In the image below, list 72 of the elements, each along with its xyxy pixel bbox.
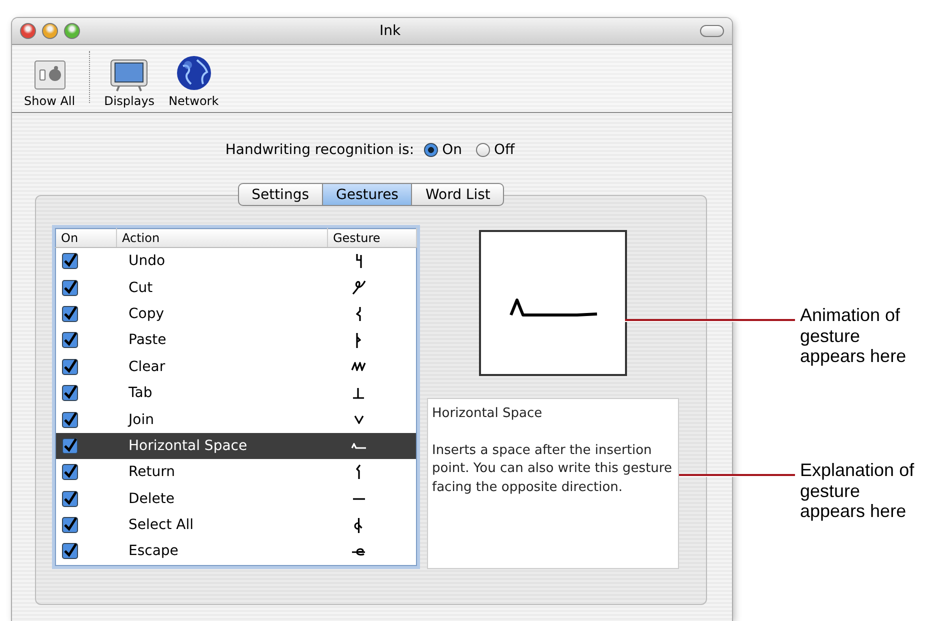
description-title: Horizontal Space xyxy=(432,405,544,423)
tab[interactable]: Settings xyxy=(238,183,323,206)
radio-option[interactable]: On xyxy=(420,142,466,158)
gesture-stroke-icon xyxy=(350,443,367,450)
action-cell: Horizontal Space xyxy=(116,432,328,460)
checkbox[interactable] xyxy=(62,385,78,402)
action-cell: Cut xyxy=(116,274,328,301)
checkbox[interactable] xyxy=(62,517,78,534)
checkbox[interactable] xyxy=(62,438,78,454)
action-cell: Delete xyxy=(116,486,328,512)
gesture-stroke-icon xyxy=(356,253,362,270)
checkbox[interactable] xyxy=(62,280,78,296)
table-row[interactable]: Copy xyxy=(56,300,416,328)
gesture-stroke-icon xyxy=(352,498,366,500)
table-row[interactable]: Delete xyxy=(56,486,416,512)
gesture-stroke-icon xyxy=(352,387,366,400)
action-cell: Tab xyxy=(116,380,328,406)
table-row[interactable]: Return xyxy=(56,459,416,486)
description-text: Inserts a space after the insertion point. You can also write this gesture facing the opposite direction. xyxy=(432,443,672,495)
action-cell: Escape xyxy=(116,538,328,566)
globe-icon xyxy=(174,54,213,92)
action-cell: Select All xyxy=(116,512,328,538)
tab[interactable]: Word List xyxy=(412,183,504,206)
switch-panel-icon xyxy=(32,58,67,92)
tab[interactable]: Gestures xyxy=(323,183,412,206)
recognition-label: Handwriting recognition is: xyxy=(225,142,414,158)
gesture-stroke-icon xyxy=(352,280,366,296)
gesture-stroke-icon xyxy=(356,464,362,480)
checkbox[interactable] xyxy=(62,332,78,348)
gesture-stroke-icon xyxy=(354,516,364,534)
checkbox[interactable] xyxy=(62,490,78,507)
toolbar-button[interactable]: Displays xyxy=(100,58,159,108)
table-row[interactable]: Select All xyxy=(56,512,416,538)
close-button[interactable] xyxy=(20,23,36,39)
gesture-stroke-icon xyxy=(351,548,366,556)
table-row[interactable]: Paste xyxy=(56,327,416,354)
checkbox[interactable] xyxy=(62,253,78,270)
monitor-icon xyxy=(109,58,150,92)
checkbox[interactable] xyxy=(62,412,78,428)
checkbox[interactable] xyxy=(62,464,78,480)
column-header[interactable]: On xyxy=(56,228,116,248)
table-row[interactable]: Tab xyxy=(56,380,416,406)
column-header[interactable]: Action xyxy=(116,228,328,248)
gesture-stroke-icon xyxy=(354,415,364,424)
action-cell: Paste xyxy=(116,327,328,354)
table-row[interactable]: Cut xyxy=(56,274,416,301)
checkbox[interactable] xyxy=(62,358,78,375)
toolbar-toggle-button[interactable] xyxy=(700,25,724,37)
table-row[interactable]: Clear xyxy=(56,354,416,380)
checkbox[interactable] xyxy=(62,306,78,322)
radio-option[interactable]: Off xyxy=(472,142,519,158)
gesture-stroke-icon xyxy=(351,362,366,372)
action-cell: Join xyxy=(116,406,328,433)
action-cell: Undo xyxy=(116,248,328,274)
table-row[interactable]: Horizontal Space xyxy=(56,432,416,460)
gesture-stroke-icon xyxy=(356,332,362,349)
zoom-button[interactable] xyxy=(64,23,80,39)
action-cell: Return xyxy=(116,459,328,486)
action-cell: Copy xyxy=(116,300,328,328)
checkbox[interactable] xyxy=(62,543,78,560)
table-row[interactable]: Undo xyxy=(56,248,416,274)
toolbar-button[interactable]: Show All xyxy=(20,58,80,108)
action-cell: Clear xyxy=(116,354,328,380)
table-row[interactable]: Escape xyxy=(56,538,416,566)
gesture-stroke-icon xyxy=(356,306,362,322)
toolbar-button[interactable]: Network xyxy=(164,54,223,108)
column-header[interactable]: Gesture xyxy=(328,228,416,248)
callout-text: Explanation of gesture appears here xyxy=(800,460,916,522)
table-row[interactable]: Join xyxy=(56,406,416,433)
callout-text: Animation of gesture appears here xyxy=(800,305,908,368)
window-title: Ink xyxy=(378,23,402,39)
minimize-button[interactable] xyxy=(42,23,58,39)
